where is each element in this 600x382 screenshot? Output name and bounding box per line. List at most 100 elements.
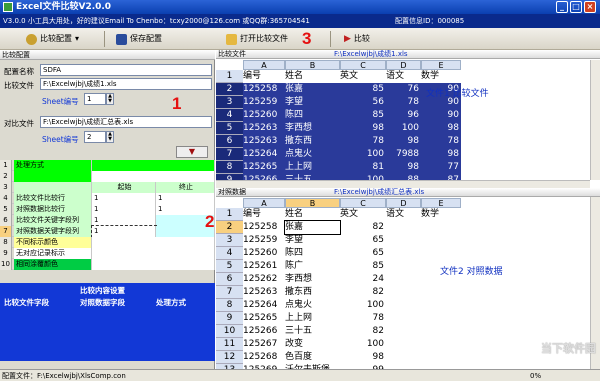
sheet-cell[interactable]: 98 (340, 122, 386, 135)
sheet-cell[interactable]: 李望 (285, 234, 340, 247)
sheet-cell[interactable]: 24 (340, 273, 386, 286)
grid-cell[interactable]: 终止 (156, 182, 215, 193)
sheet-cell[interactable]: 上上网 (285, 312, 340, 325)
sheet-cell[interactable]: 7988 (386, 148, 421, 161)
grid-cell[interactable]: 比较文件关键字段列 (14, 215, 92, 226)
sheet-cell[interactable] (386, 299, 421, 312)
row-header[interactable]: 10 (216, 325, 243, 338)
grid-cell[interactable]: 对照数据关键字段列 (14, 226, 92, 237)
sheet-cell[interactable]: 125259 (243, 234, 285, 247)
sheet-cell[interactable]: 100 (386, 122, 421, 135)
sheet-cell[interactable]: 125265 (243, 161, 285, 174)
sheet-cell[interactable]: 125258 (243, 221, 285, 234)
sheet-cell[interactable]: 85 (340, 83, 386, 96)
sheet-cell[interactable]: 125264 (243, 299, 285, 312)
row-header[interactable]: 1 (216, 208, 243, 221)
sheet-cell[interactable] (386, 273, 421, 286)
sheet-cell[interactable]: 85 (340, 109, 386, 122)
sheet-cell[interactable]: 李望 (285, 96, 340, 109)
grid-cell[interactable]: 1 (92, 215, 156, 226)
sheet-cell[interactable]: 陈四 (285, 109, 340, 122)
sheet-cell[interactable]: 96 (386, 109, 421, 122)
sheet-cell[interactable]: 90 (421, 109, 461, 122)
grid-cell[interactable] (14, 171, 92, 182)
sheet-cell[interactable]: 编号 (243, 70, 285, 83)
row-header[interactable]: 1 (216, 70, 243, 83)
sheet-cell[interactable]: 125265 (243, 312, 285, 325)
sheet-cell[interactable] (421, 299, 461, 312)
sheet-cell[interactable] (386, 351, 421, 364)
grid-cell[interactable]: 1 (91, 225, 157, 238)
sheet-cell[interactable]: 125262 (243, 273, 285, 286)
minimize-button[interactable]: _ (556, 1, 568, 13)
row-header[interactable]: 5 (216, 260, 243, 273)
column-header[interactable]: C (340, 198, 386, 208)
sheet-cell[interactable] (421, 234, 461, 247)
sheet-cell[interactable]: 78 (340, 135, 386, 148)
row-header[interactable]: 9 (216, 312, 243, 325)
sheet-cell[interactable]: 姓名 (285, 70, 340, 83)
grid-cell[interactable]: 1 (156, 193, 215, 204)
sheet-cell[interactable]: 82 (340, 325, 386, 338)
sheet-cell[interactable]: 英文 (340, 70, 386, 83)
sheet-cell[interactable] (421, 338, 461, 351)
sheet-cell[interactable] (421, 286, 461, 299)
sheet-cell[interactable]: 100 (340, 299, 386, 312)
sheet-cell[interactable]: 82 (340, 221, 386, 234)
sheet-cell[interactable]: 77 (421, 161, 461, 174)
sheet-cell[interactable]: 98 (421, 148, 461, 161)
vertical-scrollbar[interactable] (590, 60, 600, 180)
grid-cell[interactable]: 无对应记录标示 (14, 248, 92, 259)
row-header[interactable]: 3 (216, 96, 243, 109)
column-header[interactable]: D (386, 198, 421, 208)
sheet-cell[interactable]: 85 (340, 260, 386, 273)
grid-cell[interactable]: 起始 (92, 182, 156, 193)
sheet-cell[interactable]: 数学 (421, 208, 461, 221)
sheet-cell[interactable]: 撒东西 (285, 135, 340, 148)
sheet-cell[interactable]: 陈四 (285, 247, 340, 260)
grid-cell[interactable] (92, 259, 215, 270)
compare-file-path-input[interactable]: F:\Excelwjbj\成绩1.xls (40, 78, 212, 90)
grid-cell[interactable] (14, 182, 92, 193)
sheet-cell[interactable]: 125264 (243, 148, 285, 161)
sheet-cell[interactable]: 78 (386, 96, 421, 109)
row-header[interactable]: 7 (216, 148, 243, 161)
sheet-cell[interactable]: 姓名 (285, 208, 340, 221)
sheet-cell[interactable]: 125260 (243, 247, 285, 260)
sheet-cell[interactable]: 125259 (243, 96, 285, 109)
grid-cell[interactable]: 相同涂覆颜色 (14, 259, 92, 270)
sheet-cell[interactable]: 点鬼火 (285, 299, 340, 312)
sheet-cell[interactable] (386, 260, 421, 273)
sheet-cell[interactable] (386, 338, 421, 351)
column-header[interactable]: A (243, 198, 285, 208)
horizontal-scrollbar[interactable] (216, 180, 590, 188)
row-header[interactable]: 5 (216, 122, 243, 135)
row-header[interactable]: 2 (216, 221, 243, 234)
sheet-cell[interactable]: 125263 (243, 286, 285, 299)
sheet-cell[interactable]: 改变 (285, 338, 340, 351)
sheet-cell[interactable] (421, 312, 461, 325)
column-header[interactable]: D (386, 60, 421, 70)
column-header[interactable]: E (421, 60, 461, 70)
sheet-cell[interactable]: 语文 (386, 70, 421, 83)
sheet-cell[interactable]: 125267 (243, 338, 285, 351)
grid-cell[interactable] (92, 171, 215, 182)
sheet-cell[interactable]: 98 (340, 351, 386, 364)
config-name-input[interactable]: SDFA (40, 64, 212, 76)
grid-cell[interactable]: 1 (92, 204, 156, 215)
sheet-cell[interactable] (386, 247, 421, 260)
sheet-cell[interactable] (386, 312, 421, 325)
sheet-cell[interactable]: 编号 (243, 208, 285, 221)
maximize-button[interactable]: □ (570, 1, 582, 13)
column-header[interactable]: B (285, 198, 340, 208)
sheet-cell[interactable]: 上上网 (285, 161, 340, 174)
sheet-cell[interactable]: 125263 (243, 122, 285, 135)
row-header[interactable]: 3 (216, 234, 243, 247)
grid-cell[interactable]: 比较文件比较行 (14, 193, 92, 204)
sheet-cell[interactable]: 色百度 (285, 351, 340, 364)
grid-cell[interactable] (92, 160, 215, 171)
row-header[interactable]: 6 (216, 135, 243, 148)
sheet-cell[interactable]: 65 (340, 234, 386, 247)
sheet-cell[interactable]: 点鬼火 (285, 148, 340, 161)
sheet-cell[interactable]: 81 (340, 161, 386, 174)
